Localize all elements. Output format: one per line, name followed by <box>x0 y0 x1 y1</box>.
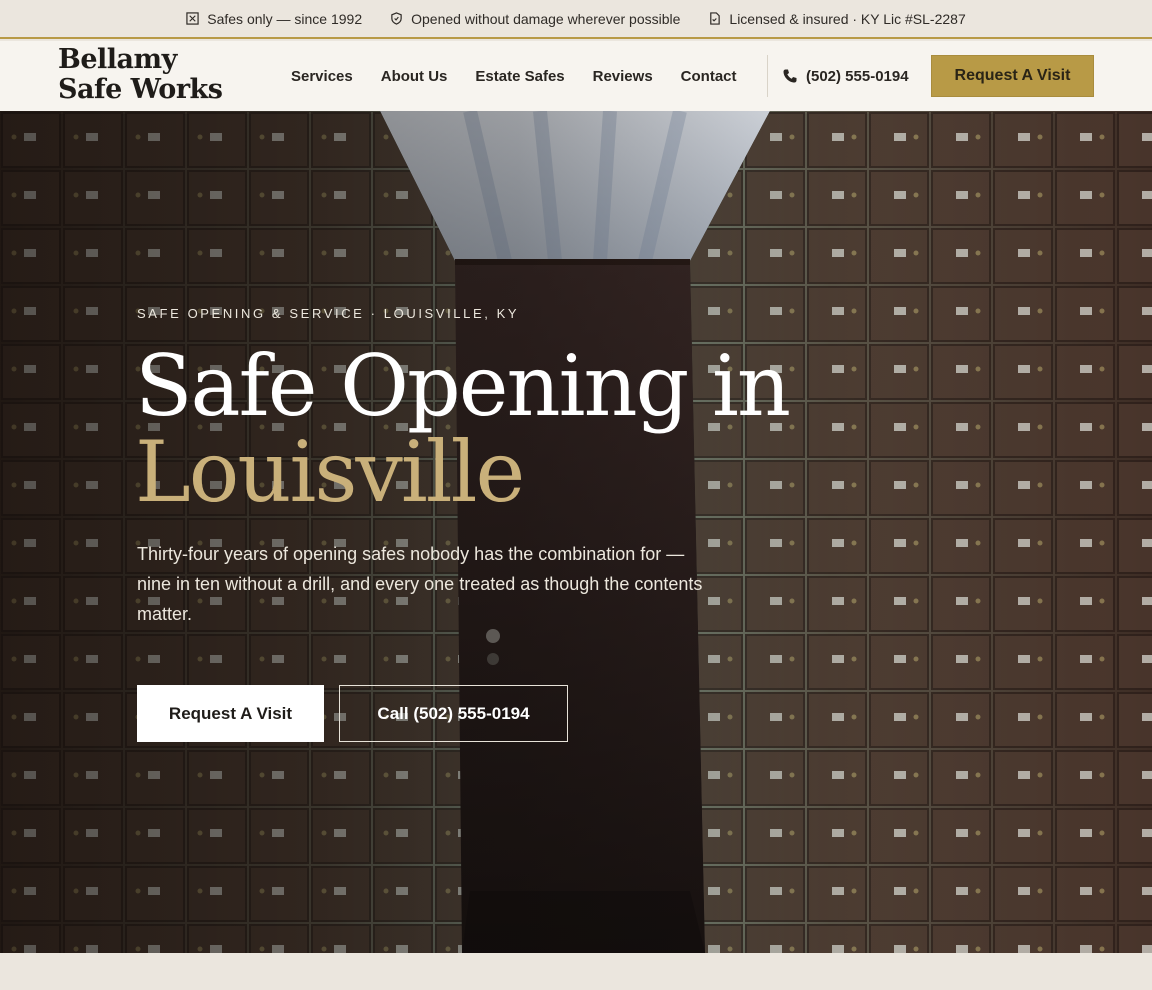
hero-headline-accent: Louisville <box>135 423 525 521</box>
nav-link-contact[interactable]: Contact <box>681 68 737 85</box>
header-phone-number: (502) 555-0194 <box>806 67 909 85</box>
request-visit-button[interactable]: Request A Visit <box>137 685 324 742</box>
trust-item-text: Licensed & insured · KY Lic #SL-2287 <box>729 10 966 27</box>
site-header: Bellamy Safe Works Services About Us Est… <box>0 41 1152 111</box>
safe-icon <box>186 12 199 25</box>
hero-description: Thirty-four years of opening safes nobod… <box>137 544 703 624</box>
header-phone-link[interactable]: (502) 555-0194 <box>782 41 909 111</box>
call-phone-button[interactable]: Call (502) 555-0194 <box>339 685 568 742</box>
trust-item-safes: Safes only — since 1992 <box>186 11 362 27</box>
hero-headline-line1: Safe Opening in <box>135 337 791 435</box>
main-nav: Services About Us Estate Safes Reviews C… <box>291 41 737 111</box>
hero-headline: Safe Opening in Louisville <box>135 343 895 515</box>
nav-link-about[interactable]: About Us <box>381 68 448 85</box>
trust-bar: Safes only — since 1992 Opened without d… <box>0 0 1152 39</box>
trust-item-license: Licensed & insured · KY Lic #SL-2287 <box>708 10 966 27</box>
request-visit-button-header[interactable]: Request A Visit <box>931 55 1094 97</box>
hero-eyebrow: Safe Opening & Service · Louisville, KY <box>137 306 520 321</box>
next-section-edge <box>0 953 1152 990</box>
nav-link-reviews[interactable]: Reviews <box>593 68 653 85</box>
site-logo[interactable]: Bellamy Safe Works <box>58 45 238 105</box>
phone-icon <box>783 69 797 83</box>
trust-item-text: Opened without damage wherever possible <box>411 10 681 27</box>
nav-divider <box>767 55 768 97</box>
shield-icon <box>391 12 402 25</box>
nav-link-services[interactable]: Services <box>291 68 353 85</box>
nav-link-estate-safes[interactable]: Estate Safes <box>475 68 564 85</box>
trust-item-text: Safes only — since 1992 <box>207 10 363 27</box>
hero-section: Safe Opening & Service · Louisville, KY … <box>0 111 1152 953</box>
hero-overlay <box>0 111 1152 953</box>
trust-item-damage: Opened without damage wherever possible <box>390 11 680 27</box>
document-check-icon <box>710 12 721 25</box>
